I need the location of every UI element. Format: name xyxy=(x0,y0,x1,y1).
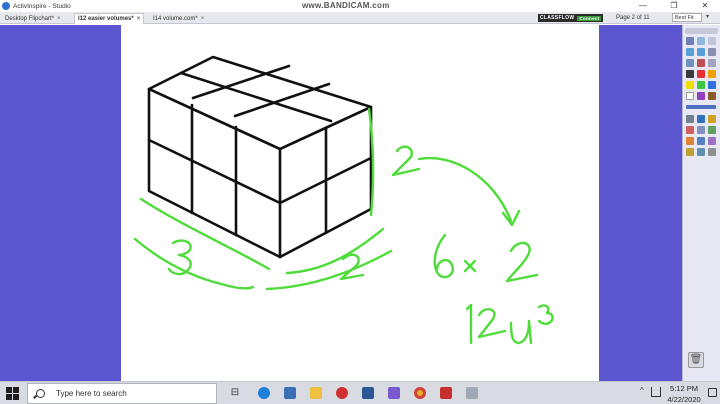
tools-icon[interactable] xyxy=(708,59,716,67)
color-swatch-yellow[interactable] xyxy=(686,81,694,89)
notification-icon[interactable] xyxy=(708,388,717,397)
pdf-icon[interactable] xyxy=(440,387,452,399)
record-icon[interactable] xyxy=(697,59,705,67)
maximize-button[interactable]: ❐ xyxy=(659,0,689,12)
tab-label: Desktop Flipchart* xyxy=(5,15,55,22)
tab-label: I14 volume.com* xyxy=(153,15,198,22)
network-icon[interactable] xyxy=(651,387,661,397)
color-swatch-black[interactable] xyxy=(686,70,694,78)
color-swatch-red[interactable] xyxy=(697,70,705,78)
activinspire-icon[interactable] xyxy=(388,387,400,399)
pen-icon[interactable] xyxy=(697,115,705,123)
app-icon xyxy=(2,2,10,10)
search-icon xyxy=(36,389,45,398)
recorder-icon[interactable] xyxy=(336,387,348,399)
clear-icon[interactable] xyxy=(708,137,716,145)
color-swatch-brown[interactable] xyxy=(708,92,716,100)
page-margin-left xyxy=(0,25,121,381)
pen-width-slider[interactable] xyxy=(686,105,716,109)
tab-desktop-flipchart[interactable]: Desktop Flipchart* × xyxy=(2,13,64,24)
select-icon[interactable] xyxy=(686,115,694,123)
undo-icon[interactable] xyxy=(686,48,694,56)
page-margin-right xyxy=(599,25,682,381)
word-icon[interactable] xyxy=(362,387,374,399)
store-icon[interactable] xyxy=(284,387,296,399)
tab-easier-volumes[interactable]: I12 easier volumes* × xyxy=(74,13,145,24)
close-tab-icon[interactable]: × xyxy=(57,16,61,22)
color-swatch-white[interactable] xyxy=(686,92,694,100)
taskbar: Type here to search ⊟ ^ 5:12 PM 4/22/202… xyxy=(0,381,720,404)
toolbox-panel xyxy=(682,25,720,381)
reset-icon[interactable] xyxy=(708,48,716,56)
edge-icon[interactable] xyxy=(258,387,270,399)
chrome-icon[interactable] xyxy=(414,387,426,399)
classflow-label: CLASSFLOW xyxy=(540,15,575,21)
search-placeholder: Type here to search xyxy=(56,389,127,398)
app-title: ActivInspire - Studio xyxy=(13,2,71,10)
document-tab-bar: Desktop Flipchart* × I12 easier volumes* ×… xyxy=(0,12,720,24)
tab-volume-com[interactable]: I14 volume.com* × xyxy=(150,13,207,24)
recorder-watermark: www.BANDICAM.com xyxy=(302,1,390,10)
fill-icon[interactable] xyxy=(686,137,694,145)
shape-icon[interactable] xyxy=(697,126,705,134)
classflow-status: Connect xyxy=(577,15,602,21)
more-tools-icon[interactable] xyxy=(708,148,716,156)
task-view-icon[interactable]: ⊟ xyxy=(228,386,242,400)
explorer-icon[interactable] xyxy=(466,387,478,399)
magic-ink-icon[interactable] xyxy=(686,148,694,156)
camera-icon[interactable] xyxy=(697,148,705,156)
eraser-icon[interactable] xyxy=(686,126,694,134)
tray-overflow-icon[interactable]: ^ xyxy=(640,386,644,395)
color-swatch-orange[interactable] xyxy=(708,70,716,78)
zoom-select[interactable]: Best Fit xyxy=(672,13,702,22)
taskbar-search-input[interactable]: Type here to search xyxy=(27,383,217,404)
color-swatch-purple[interactable] xyxy=(697,92,705,100)
clock-date: 4/22/2020 xyxy=(667,395,701,404)
desktop-icon[interactable] xyxy=(686,59,694,67)
page-indicator: Page 2 of 11 xyxy=(616,15,650,21)
flipchart-canvas[interactable] xyxy=(121,25,599,381)
close-tab-icon[interactable]: × xyxy=(137,16,141,22)
pages-icon[interactable] xyxy=(697,37,705,45)
close-tab-icon[interactable]: × xyxy=(201,16,205,22)
color-swatch-green[interactable] xyxy=(697,81,705,89)
minimize-button[interactable]: — xyxy=(628,0,658,12)
taskbar-clock[interactable]: 5:12 PM 4/22/2020 xyxy=(662,384,706,404)
main-menu-icon[interactable] xyxy=(686,37,694,45)
toolbox-handle[interactable] xyxy=(685,28,718,34)
green-ink-annotations xyxy=(133,107,554,345)
highlighter-icon[interactable] xyxy=(708,115,716,123)
text-icon[interactable] xyxy=(697,137,705,145)
start-button[interactable] xyxy=(6,387,19,400)
tab-label: I12 easier volumes* xyxy=(78,16,134,22)
flipchart-drawing xyxy=(133,55,554,345)
connector-icon[interactable] xyxy=(708,126,716,134)
color-swatch-blue[interactable] xyxy=(708,81,716,89)
cube-drawing xyxy=(147,55,373,259)
redo-icon[interactable] xyxy=(697,48,705,56)
close-button[interactable]: ✕ xyxy=(690,0,720,12)
resources-icon[interactable] xyxy=(708,37,716,45)
classflow-button[interactable]: CLASSFLOW Connect xyxy=(538,14,604,22)
chevron-down-icon[interactable]: ▾ xyxy=(703,13,712,22)
clock-time: 5:12 PM xyxy=(670,384,698,393)
trash-icon[interactable]: 🗑 xyxy=(688,352,704,368)
file-explorer-icon[interactable] xyxy=(310,387,322,399)
